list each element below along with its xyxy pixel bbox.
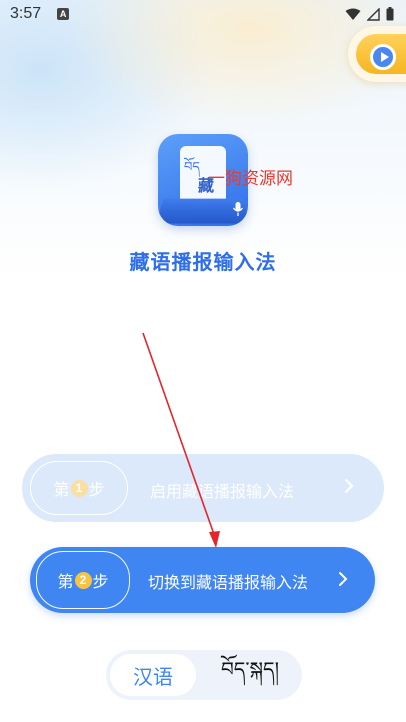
step-2-number: 2 xyxy=(74,571,92,589)
language-option-chinese[interactable]: 汉语 xyxy=(110,654,196,696)
notification-badge: A xyxy=(57,8,70,20)
language-option-tibetan[interactable]: བོད་སྐད། xyxy=(202,654,298,696)
floating-audio-button[interactable] xyxy=(348,26,406,82)
step-2-label: 切换到藏语播报输入法 xyxy=(148,573,309,592)
step-1-prefix: 第 xyxy=(53,480,70,499)
step-1-number: 1 xyxy=(70,479,88,497)
status-icons xyxy=(345,7,394,21)
chevron-right-icon xyxy=(345,479,354,493)
battery-icon xyxy=(386,7,394,21)
step-1-badge: 第 1 步 xyxy=(30,461,128,515)
step-2-badge: 第 2 步 xyxy=(36,551,130,609)
language-switch: 汉语 བོད་སྐད། xyxy=(106,650,302,700)
floating-pill-body xyxy=(356,34,406,74)
app-title: 藏语播报输入法 xyxy=(129,250,277,274)
play-icon[interactable] xyxy=(370,44,396,70)
status-time: 3:57 xyxy=(10,5,42,22)
step-1-enable-ime[interactable]: 第 1 步 启用藏语播报输入法 xyxy=(22,454,384,522)
step-2-prefix: 第 xyxy=(57,572,74,591)
signal-icon xyxy=(367,7,380,21)
watermark-text: 一狗资源网 xyxy=(208,169,293,189)
status-bar: 3:57 A xyxy=(0,0,406,28)
wifi-icon xyxy=(345,8,361,20)
step-2-switch-ime[interactable]: 第 2 步 切换到藏语播报输入法 xyxy=(30,547,375,613)
step-2-suffix: 步 xyxy=(92,572,109,591)
chevron-right-icon xyxy=(339,572,348,586)
step-1-suffix: 步 xyxy=(88,480,105,499)
step-1-label: 启用藏语播报输入法 xyxy=(150,482,295,501)
microphone-icon xyxy=(232,202,244,216)
